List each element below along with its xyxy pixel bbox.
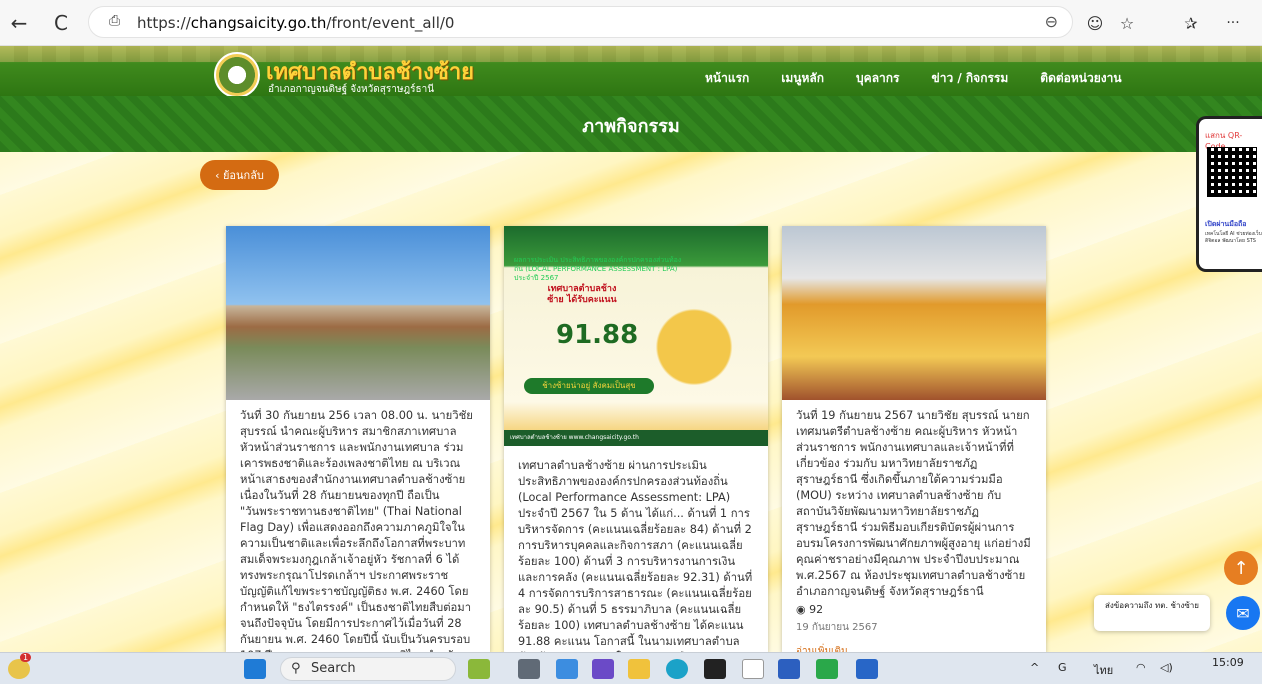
lpa-org: เทศบาลตำบลช้างซ้าย ได้รับคะแนน (547, 284, 617, 305)
wifi-icon[interactable]: ◠ (1136, 661, 1146, 674)
edge-icon[interactable] (666, 659, 688, 679)
lpa-heading: ผลการประเมิน ประสิทธิภาพขององค์กรปกครองส… (514, 256, 682, 282)
back-button[interactable]: ‹ ย้อนกลับ (200, 160, 279, 190)
lpa-slogan: ช้างซ้ายน่าอยู่ สังคมเป็นสุข (524, 378, 654, 394)
lpa-score: 91.88 (556, 320, 639, 350)
apps-icon[interactable] (704, 659, 726, 679)
view-count: ◉ 92 (796, 603, 824, 616)
eye-icon: ◉ (796, 603, 810, 616)
qr-description: เทคโนโลยี AI ช่วยท่องเว็บดิจิตอล พัฒนาโด… (1205, 231, 1262, 244)
site-subtitle: อำเภอกาญจนดิษฐ์ จังหวัดสุราษฎร์ธานี (268, 84, 435, 95)
zoom-icon[interactable]: ⊖ (1045, 12, 1058, 31)
card-date: 19 กันยายน 2567 (796, 622, 878, 633)
activity-photo-flag-day[interactable] (226, 226, 490, 400)
menu-staff[interactable]: บุคลากร (856, 69, 899, 88)
favorites-list-icon[interactable]: ✰ (1176, 8, 1206, 38)
header-decoration (0, 46, 1262, 62)
language-indicator[interactable]: ไทย (1094, 661, 1113, 679)
read-more-link[interactable]: อ่านเพิ่มเติม (796, 644, 1032, 652)
favorite-star-icon[interactable]: ☆ (1112, 8, 1142, 38)
more-menu-icon[interactable]: ··· (1218, 8, 1248, 38)
activity-image-lpa[interactable]: ผลการประเมิน ประสิทธิภาพขององค์กรปกครองส… (504, 226, 768, 446)
scroll-top-button[interactable]: ↑ (1224, 551, 1258, 585)
qr-open-text: เปิดผ่านมือถือ (1205, 220, 1247, 228)
copilot-icon[interactable] (556, 659, 578, 679)
menu-main[interactable]: เมนูหลัก (781, 69, 824, 88)
extensions-icon[interactable]: ☺ (1080, 8, 1110, 38)
search-icon: ⚲ (291, 661, 301, 676)
menu-news[interactable]: ข่าว / กิจกรรม (932, 69, 1009, 88)
word-pad-icon[interactable] (742, 659, 764, 679)
widgets-icon[interactable] (468, 659, 490, 679)
teams-icon[interactable] (592, 659, 614, 679)
card-text: เทศบาลตำบลช้างซ้าย ผ่านการประเมินประสิทธ… (518, 459, 753, 652)
volume-icon[interactable]: ◁) (1160, 661, 1173, 674)
menu-contact[interactable]: ติดต่อหน่วยงาน (1040, 69, 1121, 88)
card-text: วันที่ 30 กันยายน 256 เวลา 08.00 น. นายว… (240, 409, 473, 652)
notification-badge: 1 (20, 653, 32, 662)
address-bar[interactable]: ⎙ https://changsaicity.go.th/front/event… (88, 6, 1073, 38)
qr-code-image (1207, 147, 1257, 197)
tray-chevron-icon[interactable]: ^ (1030, 661, 1039, 674)
line-icon[interactable] (816, 659, 838, 679)
back-arrow-icon[interactable]: ← (4, 8, 34, 38)
windows-taskbar: 1 ⚲ Search ^ G ไทย ◠ ◁) 15:09 (0, 652, 1262, 684)
webpage: เทศบาลตำบลช้างซ้าย อำเภอกาญจนดิษฐ์ จังหว… (0, 46, 1262, 652)
page-banner: ภาพกิจกรรม (0, 96, 1262, 152)
start-icon[interactable] (244, 659, 266, 679)
browser-toolbar: ← C ⎙ https://changsaicity.go.th/front/e… (0, 0, 1262, 46)
qr-widget[interactable]: แสกน QR-Code เปิดผ่านมือถือ เทคโนโลยี AI… (1196, 116, 1262, 272)
activity-card-2[interactable]: ผลการประเมิน ประสิทธิภาพขององค์กรปกครองส… (504, 226, 768, 652)
task-view-icon[interactable] (518, 659, 540, 679)
page-title: ภาพกิจกรรม (582, 116, 680, 137)
activity-card-3[interactable]: วันที่ 19 กันยายน 2567 นายวิชัย สุบรรณ์ … (782, 226, 1046, 652)
activity-photo-elderly-training[interactable] (782, 226, 1046, 400)
store-icon[interactable] (778, 659, 800, 679)
activity-card-1[interactable]: วันที่ 30 กันยายน 256 เวลา 08.00 น. นายว… (226, 226, 490, 652)
site-logo[interactable] (214, 52, 260, 98)
taskbar-search[interactable]: ⚲ Search (280, 657, 456, 681)
site-info-icon[interactable]: ⎙ (109, 13, 120, 29)
messenger-icon[interactable]: ✉ (1226, 596, 1260, 630)
card-text: วันที่ 19 กันยายน 2567 นายวิชัย สุบรรณ์ … (796, 409, 1031, 598)
clock[interactable]: 15:09 (1212, 656, 1244, 669)
word-icon[interactable] (856, 659, 878, 679)
chat-bubble[interactable]: ส่งข้อความถึง ทต. ช้างซ้าย (1094, 595, 1210, 631)
main-menu: หน้าแรก เมนูหลัก บุคลากร ข่าว / กิจกรรม … (705, 69, 1122, 88)
reload-icon[interactable]: C (46, 8, 76, 38)
menu-home[interactable]: หน้าแรก (705, 69, 749, 88)
file-explorer-icon[interactable] (628, 659, 650, 679)
lpa-footer: เทศบาลตำบลช้างซ้าย www.changsaicity.go.t… (504, 430, 768, 446)
weather-icon[interactable] (8, 659, 30, 679)
site-header: เทศบาลตำบลช้างซ้าย อำเภอกาญจนดิษฐ์ จังหว… (0, 46, 1262, 98)
card-content: วันที่ 19 กันยายน 2567 นายวิชัย สุบรรณ์ … (796, 408, 1032, 652)
tray-app-icon[interactable]: G (1058, 661, 1067, 674)
url-text: https://changsaicity.go.th/front/event_a… (137, 14, 455, 32)
